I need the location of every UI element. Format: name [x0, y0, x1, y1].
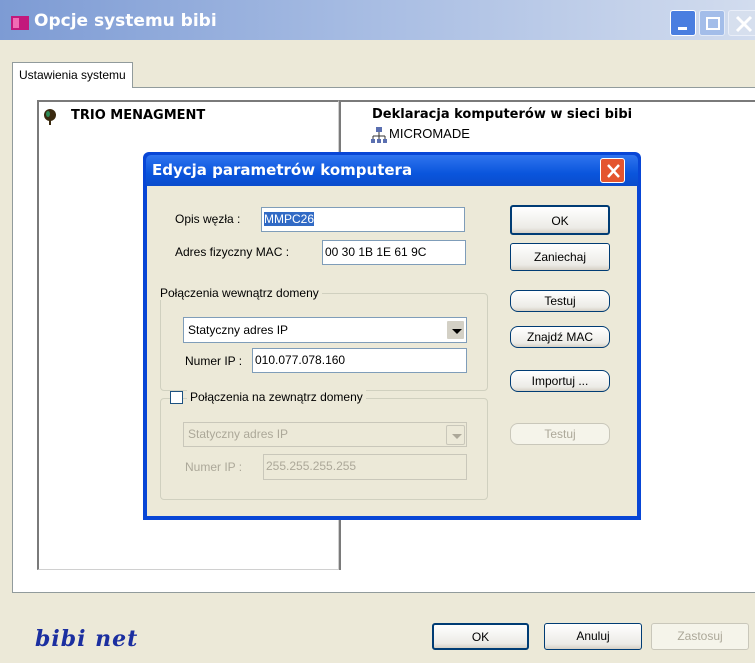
mac-input[interactable]: 00 30 1B 1E 61 9C — [322, 240, 466, 265]
dialog-ok-button[interactable]: OK — [510, 205, 610, 235]
outside-domain-label: Połączenia na zewnątrz domeny — [187, 390, 366, 404]
node-desc-value: MMPC26 — [264, 212, 315, 226]
mac-label: Adres fizyczny MAC : — [175, 245, 290, 259]
outside-test-button[interactable]: Testuj — [510, 423, 610, 445]
node-desc-input[interactable]: MMPC26 — [261, 207, 465, 232]
outside-ip-input[interactable]: 255.255.255.255 — [263, 454, 467, 480]
app-icon — [11, 16, 29, 30]
maximize-icon — [706, 17, 720, 30]
outside-mode-select[interactable]: Statyczny adres IP — [183, 422, 467, 447]
tree-root-label[interactable]: TRIO MENAGMENT — [71, 108, 205, 123]
close-icon — [735, 15, 753, 33]
inside-test-button[interactable]: Testuj — [510, 290, 610, 312]
apply-button[interactable]: Zastosuj — [651, 623, 749, 650]
outside-domain-checkbox[interactable] — [170, 391, 183, 404]
ok-button[interactable]: OK — [432, 623, 529, 650]
outside-ip-label: Numer IP : — [185, 460, 243, 474]
close-button[interactable] — [728, 10, 755, 36]
chevron-down-icon[interactable] — [446, 320, 465, 340]
dialog-title: Edycja parametrów komputera — [152, 161, 413, 179]
inside-mode-value: Statyczny adres IP — [188, 323, 289, 337]
trio-node-icon — [44, 109, 56, 125]
import-button[interactable]: Importuj ... — [510, 370, 610, 392]
outside-mode-value: Statyczny adres IP — [188, 427, 289, 441]
inside-ip-input[interactable]: 010.077.078.160 — [252, 348, 467, 373]
minimize-icon — [678, 27, 687, 30]
maximize-button[interactable] — [699, 10, 725, 36]
minimize-button[interactable] — [670, 10, 696, 36]
inside-domain-label: Połączenia wewnątrz domeny — [157, 286, 322, 300]
inside-mode-select[interactable]: Statyczny adres IP — [183, 317, 467, 343]
node-desc-label: Opis węzła : — [175, 212, 241, 226]
dialog-cancel-button[interactable]: Zaniechaj — [510, 243, 610, 271]
cancel-button[interactable]: Anuluj — [544, 623, 642, 650]
close-icon — [607, 164, 620, 178]
chevron-down-icon[interactable] — [446, 425, 465, 445]
brand-logo: bibi net — [35, 626, 139, 652]
tree-item-micromade[interactable]: MICROMADE — [389, 126, 470, 141]
declaration-title: Deklaracja komputerów w sieci bibi — [372, 107, 633, 122]
network-icon — [371, 127, 387, 143]
inside-ip-label: Numer IP : — [185, 354, 243, 368]
dialog-close-button[interactable] — [600, 158, 625, 183]
outside-domain-group — [160, 398, 488, 500]
window-title: Opcje systemu bibi — [34, 11, 217, 31]
find-mac-button[interactable]: Znajdź MAC — [510, 326, 610, 348]
tab-system-settings[interactable]: Ustawienia systemu — [12, 62, 133, 88]
